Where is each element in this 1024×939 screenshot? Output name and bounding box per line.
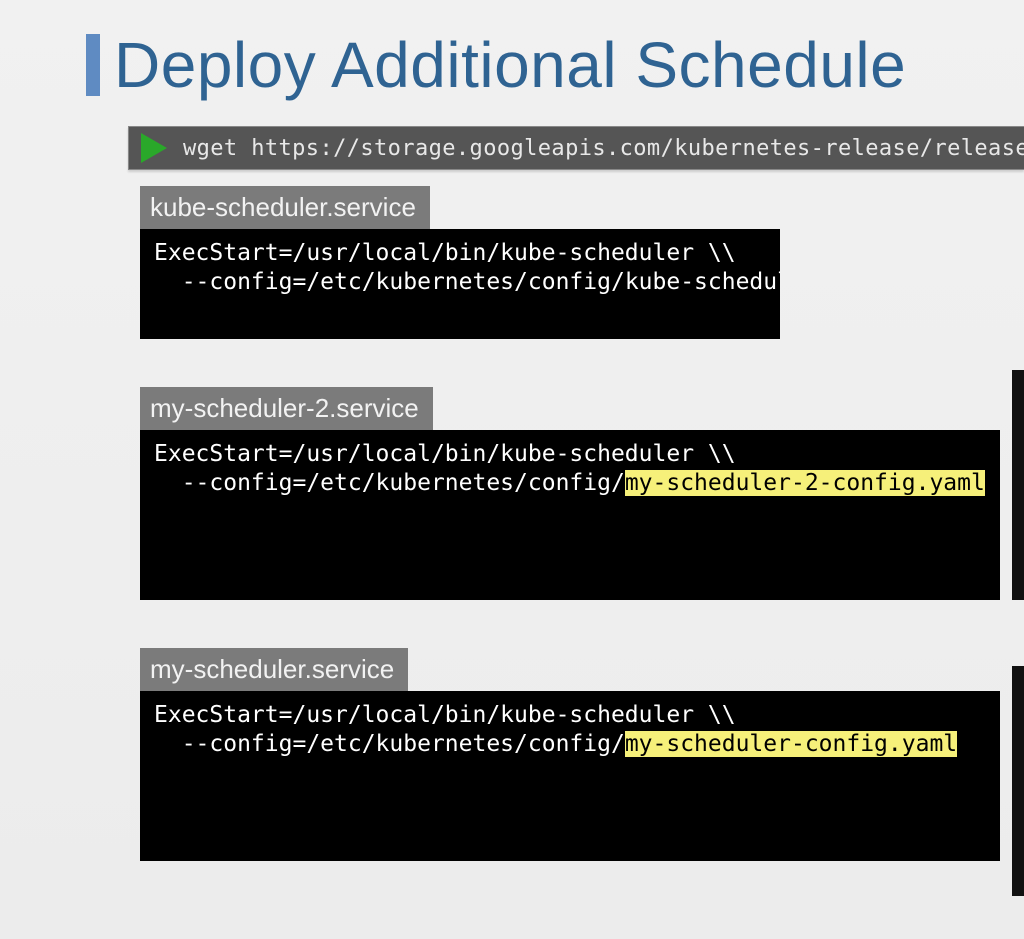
service-block-2: my-scheduler-2.service ExecStart=/usr/lo… — [140, 387, 1024, 600]
slide: Deploy Additional Schedule wget https://… — [0, 0, 1024, 939]
service-label: my-scheduler-2.service — [140, 387, 433, 430]
service-label: kube-scheduler.service — [140, 186, 430, 229]
code-block: ExecStart=/usr/local/bin/kube-scheduler … — [140, 430, 1000, 600]
service-block-1: kube-scheduler.service ExecStart=/usr/lo… — [140, 186, 1024, 339]
code-line-1: ExecStart=/usr/local/bin/kube-scheduler … — [154, 702, 736, 728]
cropped-dark-panel — [1012, 666, 1024, 896]
service-block-3: my-scheduler.service ExecStart=/usr/loca… — [140, 648, 1024, 861]
code-line-1: ExecStart=/usr/local/bin/kube-scheduler … — [154, 441, 736, 467]
service-label: my-scheduler.service — [140, 648, 408, 691]
code-block: ExecStart=/usr/local/bin/kube-scheduler … — [140, 229, 780, 339]
code-line-2-prefix: --config=/etc/kubernetes/config/ — [154, 269, 625, 295]
slide-title: Deploy Additional Schedule — [114, 28, 906, 102]
code-line-2-highlight: my-scheduler-2-config.yaml — [625, 470, 985, 496]
slide-title-row: Deploy Additional Schedule — [86, 28, 1024, 102]
wget-command-text: wget https://storage.googleapis.com/kube… — [183, 136, 1024, 161]
code-line-2-prefix: --config=/etc/kubernetes/config/ — [154, 731, 625, 757]
cropped-dark-panel — [1012, 370, 1024, 600]
wget-command-bar: wget https://storage.googleapis.com/kube… — [128, 126, 1024, 170]
play-icon — [141, 133, 167, 163]
code-block: ExecStart=/usr/local/bin/kube-scheduler … — [140, 691, 1000, 861]
code-line-1: ExecStart=/usr/local/bin/kube-scheduler … — [154, 240, 736, 266]
title-accent-bar — [86, 34, 100, 96]
code-line-2-suffix: kube-scheduler.yaml — [625, 269, 780, 295]
code-line-2-highlight: my-scheduler-config.yaml — [625, 731, 957, 757]
code-line-2-prefix: --config=/etc/kubernetes/config/ — [154, 470, 625, 496]
